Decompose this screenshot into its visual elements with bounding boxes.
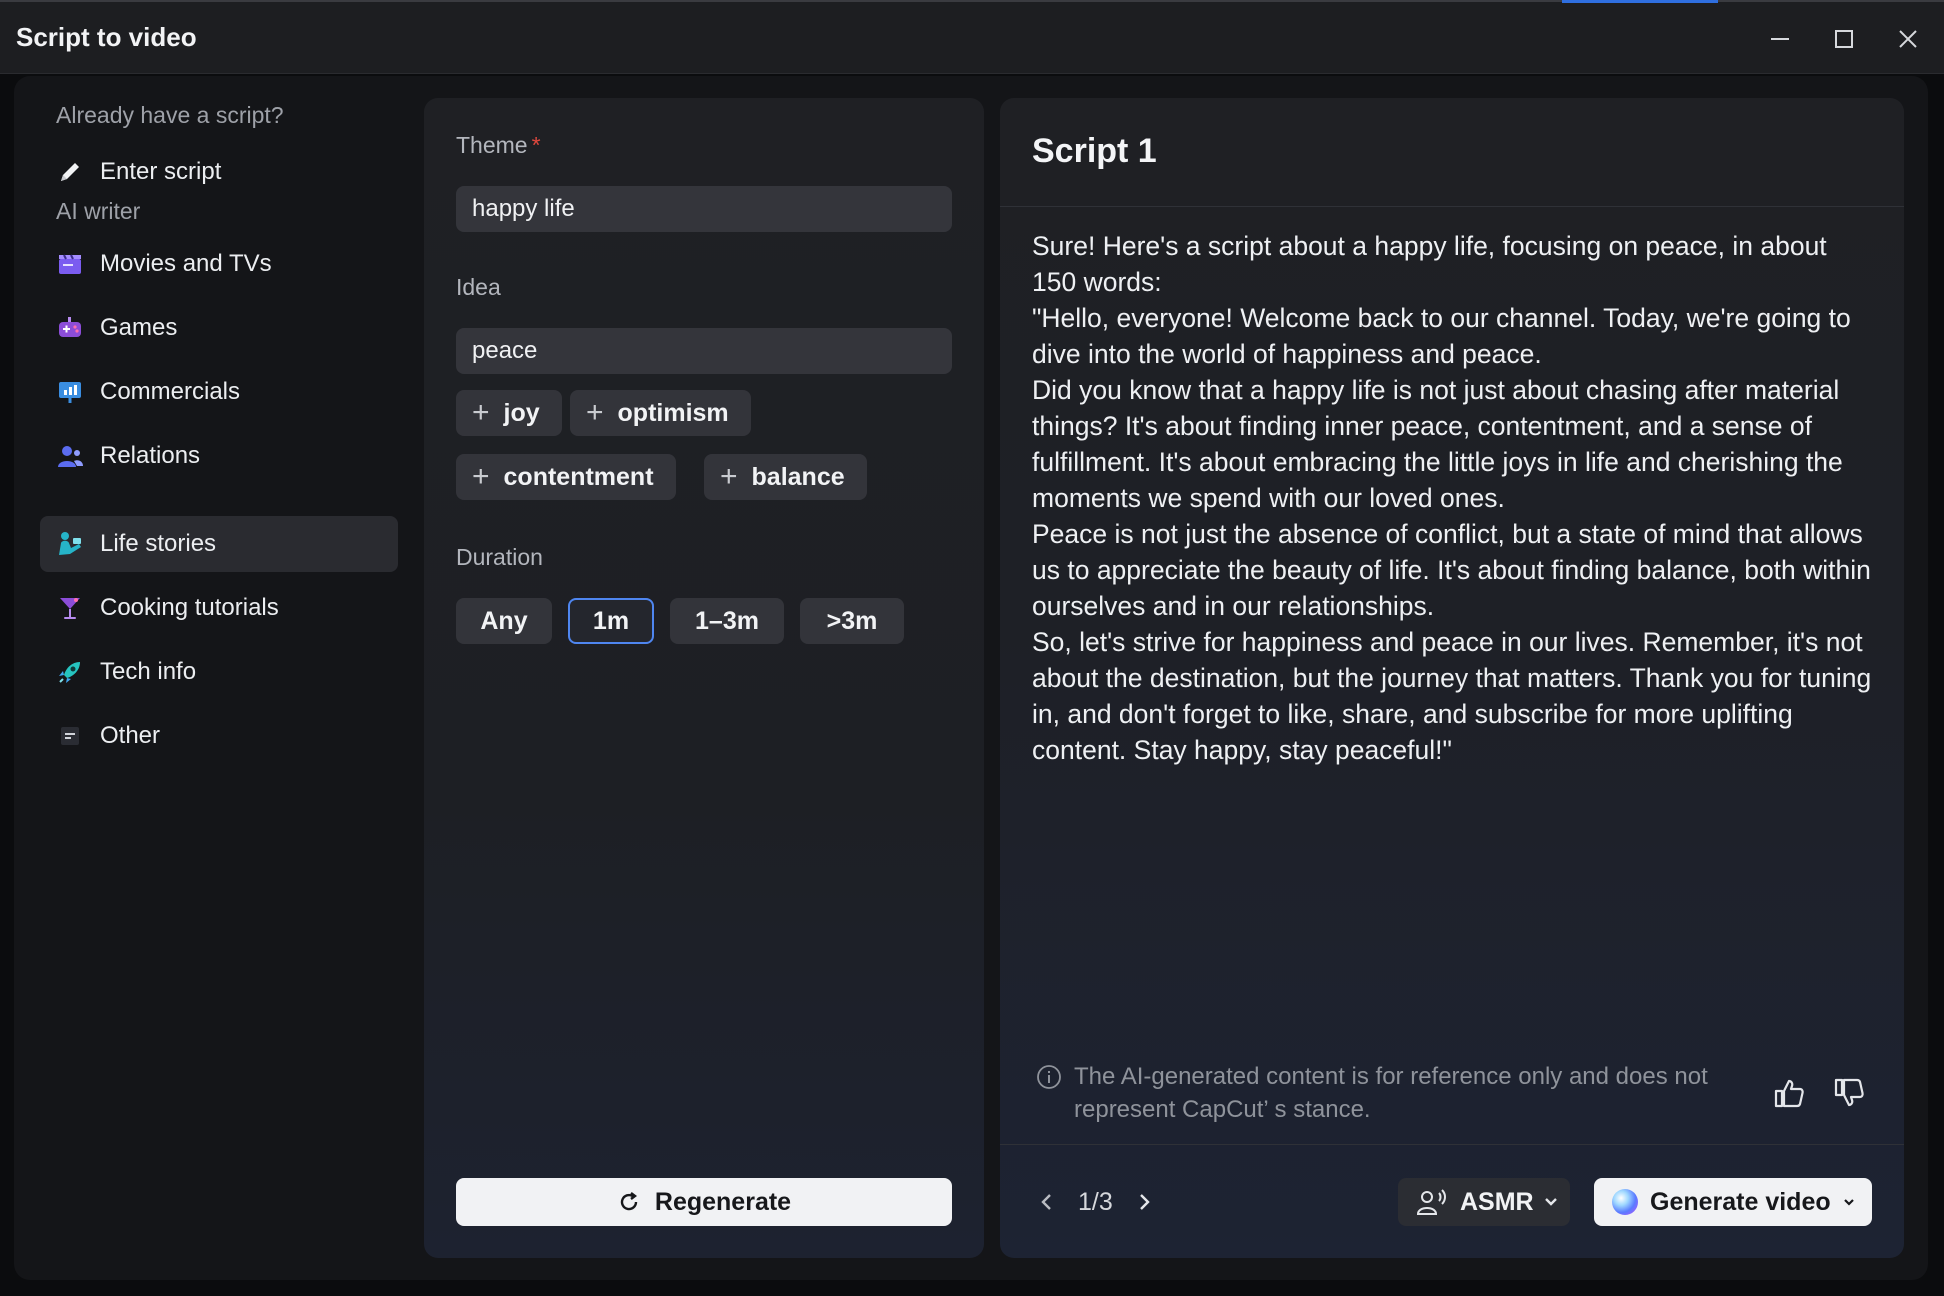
page-indicator: 1/3 — [1078, 1187, 1113, 1216]
plus-icon: + — [586, 396, 604, 429]
plus-icon: + — [472, 460, 490, 493]
sidebar-item-label: Commercials — [100, 378, 241, 405]
minimize-icon — [1771, 38, 1789, 40]
next-script-button[interactable] — [1129, 1187, 1159, 1217]
plus-icon: + — [472, 396, 490, 429]
theme-label: Theme * — [456, 132, 541, 159]
sidebar-item-life-stories[interactable]: Life stories — [40, 516, 398, 572]
cocktail-glass-icon — [60, 598, 80, 619]
thumbs-down-icon[interactable] — [1832, 1076, 1866, 1110]
chip-label: optimism — [617, 398, 729, 427]
duration-option-over-3m[interactable]: >3m — [800, 598, 904, 644]
sidebar-item-other[interactable]: Other — [40, 708, 398, 764]
sidebar-item-label: Movies and TVs — [100, 250, 272, 277]
sidebar-item-label: Other — [100, 722, 161, 749]
idea-input[interactable]: peace — [456, 328, 952, 374]
footer-divider — [1000, 1144, 1904, 1145]
chevron-down-icon — [1544, 1198, 1557, 1206]
suggestion-chip-optimism[interactable]: + optimism — [570, 390, 751, 436]
sidebar-item-movies-and-tvs[interactable]: Movies and TVs — [40, 236, 398, 292]
duration-option-any[interactable]: Any — [456, 598, 552, 644]
ai-orb-icon — [1612, 1189, 1638, 1215]
suggestion-chip-contentment[interactable]: + contentment — [456, 454, 676, 500]
chevron-right-icon — [1139, 1194, 1150, 1210]
voice-label: ASMR — [1460, 1187, 1534, 1216]
sidebar-item-label: Relations — [100, 442, 201, 469]
clapperboard-icon — [59, 254, 81, 274]
required-asterisk: * — [531, 132, 541, 158]
minimize-button[interactable] — [1757, 16, 1803, 62]
chip-label: balance — [751, 462, 845, 491]
script-paragraph: Did you know that a happy life is not ju… — [1032, 375, 1843, 513]
previous-script-button[interactable] — [1032, 1187, 1062, 1217]
header-divider — [1000, 206, 1904, 207]
person-reading-icon — [59, 532, 81, 555]
suggestion-chip-joy[interactable]: + joy — [456, 390, 562, 436]
sidebar-item-cooking-tutorials[interactable]: Cooking tutorials — [40, 580, 398, 636]
info-icon — [1037, 1065, 1061, 1089]
idea-label: Idea — [456, 274, 501, 300]
duration-label: Duration — [456, 544, 543, 570]
presentation-icon — [59, 382, 81, 403]
people-icon — [58, 446, 83, 467]
duration-option-1-3m[interactable]: 1–3m — [670, 598, 784, 644]
script-paragraph: "Hello, everyone! Welcome back to our ch… — [1032, 303, 1851, 369]
sidebar-heading-existing: Already have a script? — [56, 102, 284, 128]
title-bar: Script to video — [0, 0, 1944, 74]
script-settings-panel: Theme * happy life Idea peace + joy + optim… — [424, 98, 984, 1258]
chevron-left-icon — [1041, 1194, 1051, 1210]
sidebar-item-commercials[interactable]: Commercials — [40, 364, 398, 420]
script-title: Script 1 — [1032, 132, 1157, 170]
maximize-icon — [1835, 30, 1853, 48]
script-text[interactable]: Sure! Here's a script about a happy life… — [1032, 228, 1872, 768]
pencil-icon — [61, 163, 79, 181]
refresh-icon — [620, 1192, 638, 1211]
sidebar-item-relations[interactable]: Relations — [40, 428, 398, 484]
window-title: Script to video — [16, 22, 197, 52]
script-paragraph: So, let's strive for happiness and peace… — [1032, 627, 1872, 765]
script-paragraph: Peace is not just the absence of conflic… — [1032, 519, 1871, 621]
sidebar-item-games[interactable]: Games — [40, 300, 398, 356]
script-preview-panel: Script 1 Sure! Here's a script about a h… — [1000, 98, 1904, 1258]
theme-input[interactable]: happy life — [456, 186, 952, 232]
voice-person-icon — [1416, 1189, 1446, 1215]
gamepad-icon — [59, 317, 81, 337]
voice-select-button[interactable]: ASMR — [1398, 1178, 1570, 1226]
disclaimer-text: The AI-generated content is for referenc… — [1074, 1063, 1708, 1123]
sidebar-item-label: Tech info — [100, 658, 197, 685]
sidebar-item-enter-script[interactable]: Enter script — [40, 144, 398, 200]
chevron-down-icon — [1843, 1198, 1854, 1206]
generate-video-label: Generate video — [1650, 1187, 1831, 1216]
regenerate-button[interactable]: Regenerate — [456, 1178, 952, 1226]
title-accent-bar — [1562, 0, 1718, 3]
sidebar-item-tech-info[interactable]: Tech info — [40, 644, 398, 700]
thumbs-up-icon[interactable] — [1772, 1076, 1806, 1110]
sidebar-item-label: Life stories — [100, 530, 217, 557]
suggestion-chip-balance[interactable]: + balance — [704, 454, 867, 500]
sidebar-heading-ai-writer: AI writer — [56, 198, 141, 224]
regenerate-label: Regenerate — [654, 1187, 792, 1216]
script-pager: 1/3 — [1032, 1178, 1159, 1226]
sidebar-item-label: Games — [100, 314, 178, 341]
sidebar-item-label: Enter script — [100, 158, 222, 185]
script-paragraph: Sure! Here's a script about a happy life… — [1032, 231, 1827, 297]
plus-icon: + — [720, 460, 738, 493]
sidebar: Already have a script? Enter script AI w… — [28, 90, 408, 1260]
rocket-icon — [59, 662, 80, 683]
chip-label: joy — [503, 398, 540, 427]
chip-label: contentment — [503, 462, 654, 491]
generate-video-button[interactable]: Generate video — [1594, 1178, 1872, 1226]
sidebar-item-label: Cooking tutorials — [100, 594, 279, 621]
close-button[interactable] — [1885, 16, 1931, 62]
theme-label-text: Theme — [456, 132, 528, 158]
close-icon — [1899, 30, 1917, 48]
maximize-button[interactable] — [1821, 16, 1867, 62]
ai-disclaimer: The AI-generated content is for referenc… — [1036, 1060, 1756, 1126]
note-lines-icon — [61, 727, 79, 745]
duration-option-1m[interactable]: 1m — [568, 598, 654, 644]
